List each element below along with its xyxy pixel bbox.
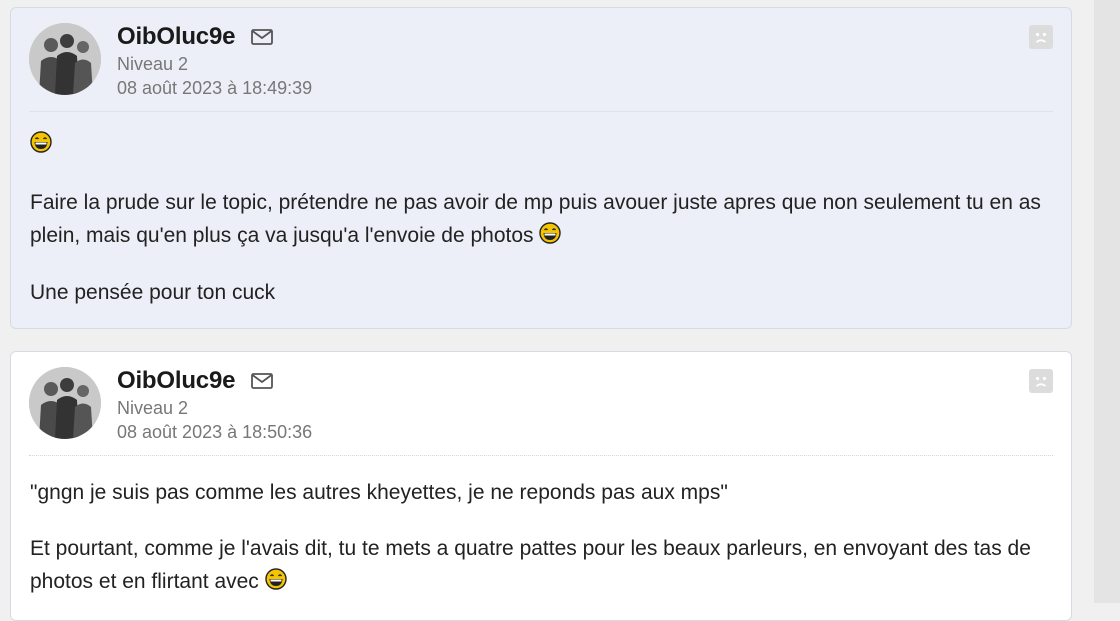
post-date[interactable]: 08 août 2023 à 18:49:39 [117, 77, 312, 99]
envelope-icon[interactable] [251, 373, 273, 389]
post-body-smiley-line [30, 128, 1047, 161]
sad-face-report-icon[interactable] [1029, 369, 1053, 393]
avatar[interactable] [29, 367, 101, 439]
laughing-smiley-icon [30, 130, 52, 153]
post-date[interactable]: 08 août 2023 à 18:50:36 [117, 421, 312, 443]
scrollbar-track[interactable] [1094, 0, 1120, 603]
forum-post: OibOluc9e Niveau 2 08 août 2023 à 18:50:… [10, 351, 1072, 621]
post-paragraph: "gngn je suis pas comme les autres kheye… [30, 481, 728, 504]
post-divider [29, 455, 1053, 456]
paragraph-text: Faire la prude sur le topic, prétendre n… [30, 191, 1041, 247]
post-author[interactable]: OibOluc9e [117, 367, 235, 395]
envelope-icon[interactable] [251, 29, 273, 45]
post-paragraph: Une pensée pour ton cuck [30, 281, 276, 304]
paragraph-text: Et pourtant, comme je l'avais dit, tu te… [30, 537, 1031, 593]
sad-face-report-icon[interactable] [1029, 25, 1053, 49]
avatar[interactable] [29, 23, 101, 95]
forum-post: OibOluc9e Niveau 2 08 août 2023 à 18:49:… [10, 7, 1072, 329]
user-level: Niveau 2 [117, 398, 189, 418]
post-author[interactable]: OibOluc9e [117, 23, 235, 51]
post-paragraph: Faire la prude sur le topic, prétendre n… [30, 186, 1047, 252]
laughing-smiley-icon [539, 221, 562, 244]
post-paragraph: Et pourtant, comme je l'avais dit, tu te… [30, 532, 1047, 598]
post-divider [29, 111, 1053, 112]
laughing-smiley-icon [264, 567, 287, 590]
user-level: Niveau 2 [117, 54, 189, 74]
